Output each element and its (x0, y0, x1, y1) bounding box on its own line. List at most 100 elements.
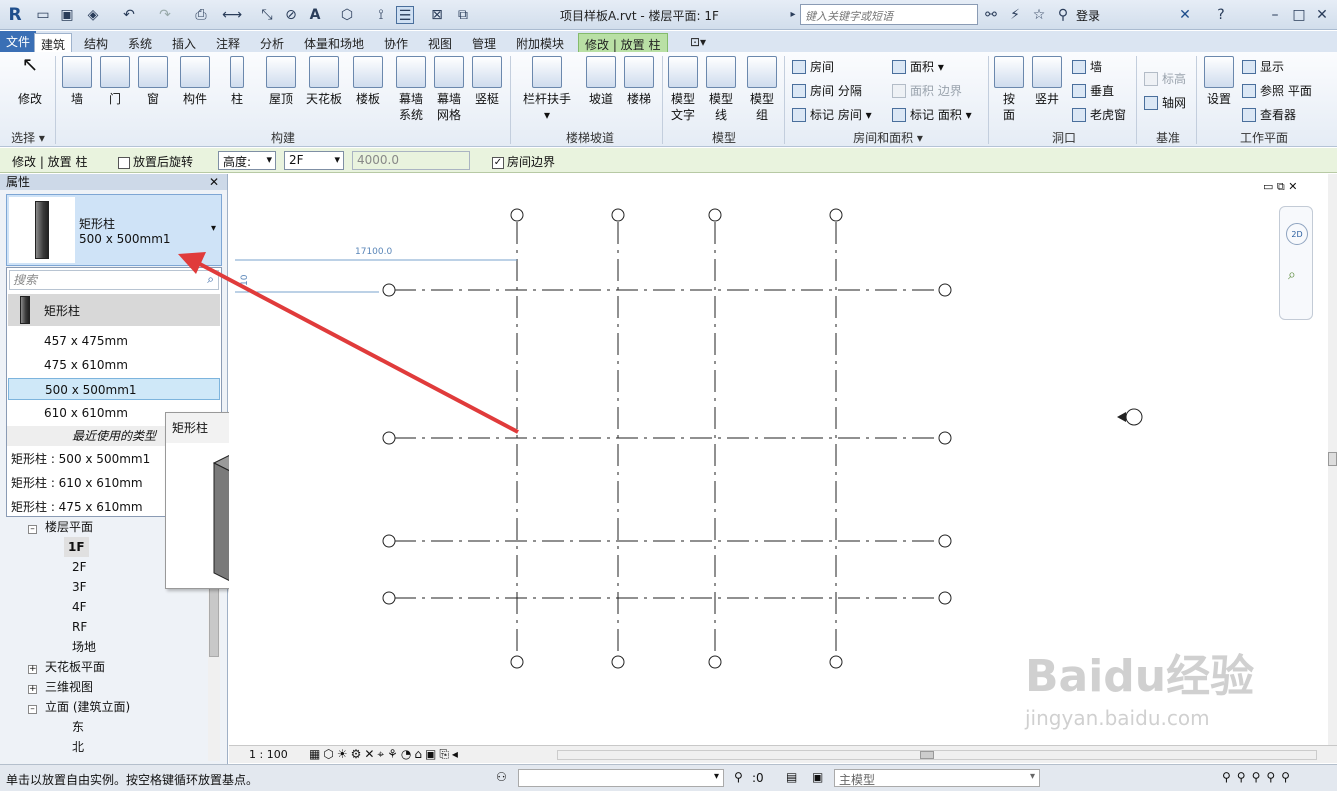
subscription-icon[interactable]: ⚡ (1006, 6, 1024, 24)
grid-button[interactable]: 轴网 (1142, 94, 1186, 112)
elevation-marker-icon[interactable] (1125, 408, 1143, 426)
steering-wheel-icon[interactable]: 2D (1286, 223, 1308, 245)
zoom-icon[interactable]: ⌕ (1288, 267, 1296, 283)
mullion-button[interactable]: 竖梃 (470, 56, 504, 107)
tab-addins[interactable]: 附加模块 (510, 33, 570, 52)
dimension-icon[interactable]: ⤡ (258, 6, 276, 24)
curtain-grid-button[interactable]: 幕墙 网格 (432, 56, 466, 123)
text-icon[interactable]: A (306, 6, 324, 24)
editing-requests-icon[interactable]: ▤ (786, 770, 797, 784)
modify-button[interactable]: ↖ 修改 (12, 54, 48, 107)
rotate-after-place-checkbox[interactable]: 放置后旋转 (118, 153, 193, 170)
tab-annotate[interactable]: 注释 (210, 33, 246, 52)
switch-windows-icon[interactable]: ⧉ (454, 6, 472, 24)
tree-level[interactable]: 3F (72, 577, 87, 597)
tree-3d-views[interactable]: + 三维视图 (28, 677, 93, 697)
tree-elevation-view[interactable]: 北 (72, 737, 84, 757)
chevron-down-icon[interactable]: ▾ (211, 223, 216, 234)
component-button[interactable]: 构件 (176, 56, 214, 107)
tree-level[interactable]: 4F (72, 597, 87, 617)
open-icon[interactable]: ▭ (34, 6, 52, 24)
dimension-value-small[interactable]: 10 (240, 274, 250, 286)
design-option-select[interactable]: 主模型 ▾ (834, 769, 1040, 787)
thin-lines-icon[interactable]: ☰ (396, 6, 414, 24)
print-icon[interactable]: ⎙ (192, 6, 210, 24)
undo-icon[interactable]: ↶ (120, 6, 138, 24)
login-button[interactable]: 登录 (1076, 7, 1100, 24)
tag-icon[interactable]: ⊘ (282, 6, 300, 24)
worksets-icon[interactable]: ⚇ (496, 770, 507, 784)
stair-button[interactable]: 楼梯 (622, 56, 656, 107)
3d-view-icon[interactable]: ⬡ (338, 6, 356, 24)
vertical-opening-button[interactable]: 垂直 (1070, 82, 1114, 100)
ribbon-toggle-icon[interactable]: ⊡▾ (684, 33, 712, 52)
floor-button[interactable]: 楼板 (350, 56, 386, 107)
type-selector[interactable]: 矩形柱 500 x 500mm1 ▾ (6, 194, 222, 266)
column-button[interactable]: 柱 (222, 56, 252, 107)
window-button[interactable]: 窗 (136, 56, 170, 107)
room-bounding-checkbox[interactable]: ✓ 房间边界 (492, 153, 555, 170)
set-workplane-button[interactable]: 设置 (1202, 56, 1236, 107)
revit-logo-icon[interactable]: R (6, 6, 24, 24)
model-text-button[interactable]: 模型 文字 (666, 56, 700, 123)
close-palette-icon[interactable]: ✕ (209, 174, 219, 190)
maximize-icon[interactable]: □ (1290, 6, 1308, 24)
binoculars-icon[interactable]: ⚯ (982, 6, 1000, 24)
filter-icon[interactable]: ⚲ (734, 770, 743, 784)
tree-level[interactable]: RF (72, 617, 87, 637)
selection-options-icons[interactable]: ⚲⚲⚲⚲⚲ (1222, 770, 1296, 784)
height-value-field[interactable]: 4000.0 (352, 151, 470, 170)
tab-view[interactable]: 视图 (422, 33, 458, 52)
tree-floor-plans[interactable]: – 楼层平面 (28, 517, 93, 537)
area-boundary-button[interactable]: 面积 边界 (890, 82, 962, 100)
close-icon[interactable]: ✕ (1313, 6, 1331, 24)
ref-plane-button[interactable]: 参照 平面 (1240, 82, 1312, 100)
tab-collaborate[interactable]: 协作 (378, 33, 414, 52)
tree-level-active[interactable]: 1F (64, 537, 89, 557)
dimension-value[interactable]: 17100.0 (355, 247, 392, 257)
search-input[interactable]: 键入关键字或短语 (800, 4, 978, 25)
design-options-icon[interactable]: ▣ (812, 770, 823, 784)
model-line-button[interactable]: 模型 线 (704, 56, 738, 123)
level-button[interactable]: 标高 (1142, 70, 1186, 88)
type-option-selected[interactable]: 500 x 500mm1 (8, 378, 220, 400)
scroll-thumb[interactable] (1328, 452, 1337, 466)
measure-icon[interactable]: ⟷ (222, 6, 242, 24)
dormer-button[interactable]: 老虎窗 (1070, 106, 1126, 124)
wall-opening-button[interactable]: 墙 (1070, 58, 1102, 76)
canvas-vertical-scrollbar[interactable] (1328, 174, 1337, 745)
horizontal-scrollbar[interactable] (557, 750, 1317, 760)
redo-icon[interactable]: ↷ (156, 6, 174, 24)
room-button[interactable]: 房间 (790, 58, 834, 76)
help-icon[interactable]: ? (1212, 6, 1230, 24)
tree-elevation-view[interactable]: 东 (72, 717, 84, 737)
tab-insert[interactable]: 插入 (166, 33, 202, 52)
tab-analyze[interactable]: 分析 (254, 33, 290, 52)
view-window-controls[interactable]: ▭ ⧉ ✕ (1263, 180, 1297, 194)
ramp-button[interactable]: 坡道 (584, 56, 618, 107)
collapse-icon[interactable]: – (28, 705, 37, 714)
by-face-button[interactable]: 按 面 (994, 56, 1024, 123)
tab-modify-place-column[interactable]: 修改 | 放置 柱 (578, 33, 668, 52)
room-separator-button[interactable]: 房间 分隔 (790, 82, 862, 100)
scroll-thumb[interactable] (920, 751, 934, 759)
height-mode-select[interactable]: 高度: (218, 151, 276, 170)
tab-systems[interactable]: 系统 (122, 33, 158, 52)
tree-level[interactable]: 2F (72, 557, 87, 577)
type-option[interactable]: 475 x 610mm (8, 354, 220, 376)
sync-icon[interactable]: ◈ (84, 6, 102, 24)
level-select[interactable]: 2F (284, 151, 344, 170)
section-icon[interactable]: ⟟ (372, 6, 390, 24)
type-option[interactable]: 457 x 475mm (8, 330, 220, 352)
tree-elevations[interactable]: – 立面 (建筑立面) (28, 697, 130, 717)
save-icon[interactable]: ▣ (58, 6, 76, 24)
view-control-icons[interactable]: ▦⬡☀⚙✕⌖⚘◔⌂▣⎘◂ (309, 747, 461, 762)
tab-architecture[interactable]: 建筑 (34, 33, 73, 52)
show-workplane-button[interactable]: 显示 (1240, 58, 1284, 76)
tag-area-button[interactable]: 标记 面积 ▾ (890, 106, 972, 124)
star-icon[interactable]: ☆ (1030, 6, 1048, 24)
door-button[interactable]: 门 (98, 56, 132, 107)
shaft-button[interactable]: 竖井 (1030, 56, 1064, 107)
minimize-icon[interactable]: – (1266, 6, 1284, 24)
wall-button[interactable]: 墙 (60, 56, 94, 107)
